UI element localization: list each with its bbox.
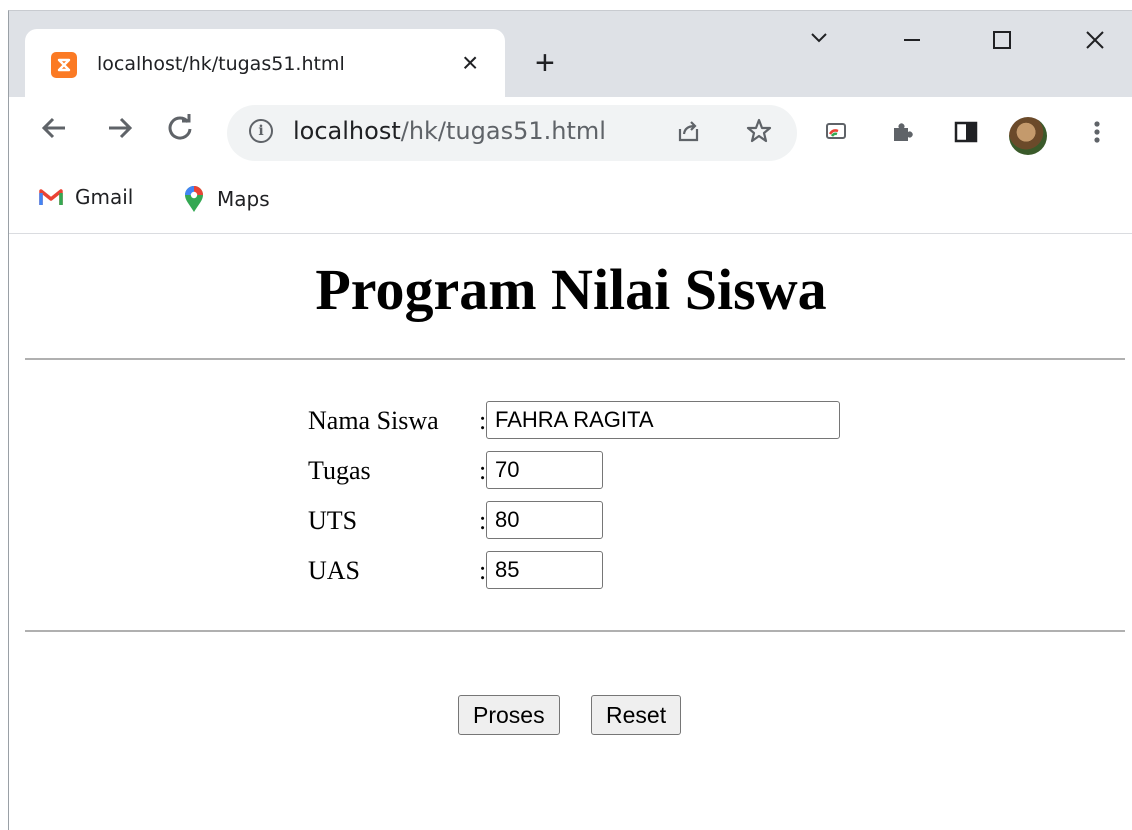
profile-avatar[interactable] [1009,117,1047,155]
browser-window: localhost/hk/tugas51.html × + i localhos… [8,10,1132,830]
menu-kebab-icon[interactable] [1087,119,1107,151]
proses-button[interactable]: Proses [458,695,560,735]
side-panel-icon[interactable] [953,119,979,151]
page-content: Program Nilai Siswa Nama Siswa : Tugas :… [9,234,1132,830]
active-tab[interactable]: localhost/hk/tugas51.html × [25,29,505,97]
reset-button[interactable]: Reset [591,695,682,735]
top-divider [25,358,1125,360]
tab-strip: localhost/hk/tugas51.html × + [9,11,1132,97]
page-title: Program Nilai Siswa [315,257,827,322]
tab-close-icon[interactable]: × [462,47,478,79]
bookmark-gmail-label: Gmail [75,185,134,209]
reload-icon[interactable] [165,113,195,154]
back-icon[interactable] [39,113,69,154]
gmail-icon [39,189,63,205]
label-uts: UTS [308,506,358,535]
label-tugas: Tugas [308,456,371,485]
forward-icon[interactable] [105,113,135,154]
uas-input[interactable] [486,551,603,589]
minimize-icon[interactable] [900,23,924,63]
bookmark-star-icon[interactable] [745,117,773,152]
cast-extension-icon[interactable] [823,119,849,151]
maps-pin-icon [185,186,203,212]
xampp-favicon-icon [51,52,77,78]
bottom-divider [25,630,1125,632]
share-icon[interactable] [675,117,703,152]
bookmark-gmail[interactable]: Gmail [39,185,133,209]
label-nama-siswa: Nama Siswa [308,406,439,435]
site-info-icon[interactable]: i [249,119,273,143]
bookmarks-bar: Gmail Maps [9,171,1132,234]
uts-input[interactable] [486,501,603,539]
tab-search-icon[interactable] [807,23,831,63]
bookmark-maps[interactable]: Maps [183,185,270,213]
url-host: localhost [293,117,401,145]
nama-siswa-input[interactable] [486,401,840,439]
new-tab-icon[interactable]: + [535,45,555,81]
maximize-icon[interactable] [990,23,1014,63]
extensions-puzzle-icon[interactable] [889,119,915,151]
label-uas: UAS [308,556,361,585]
close-window-icon[interactable] [1083,23,1107,63]
address-bar[interactable]: i localhost/hk/tugas51.html [227,105,797,161]
tugas-input[interactable] [486,451,603,489]
toolbar: i localhost/hk/tugas51.html [9,97,1132,171]
bookmark-maps-label: Maps [217,187,270,211]
url-text[interactable]: localhost/hk/tugas51.html [293,117,606,145]
url-path: /hk/tugas51.html [400,117,606,145]
tab-title: localhost/hk/tugas51.html [97,53,345,75]
